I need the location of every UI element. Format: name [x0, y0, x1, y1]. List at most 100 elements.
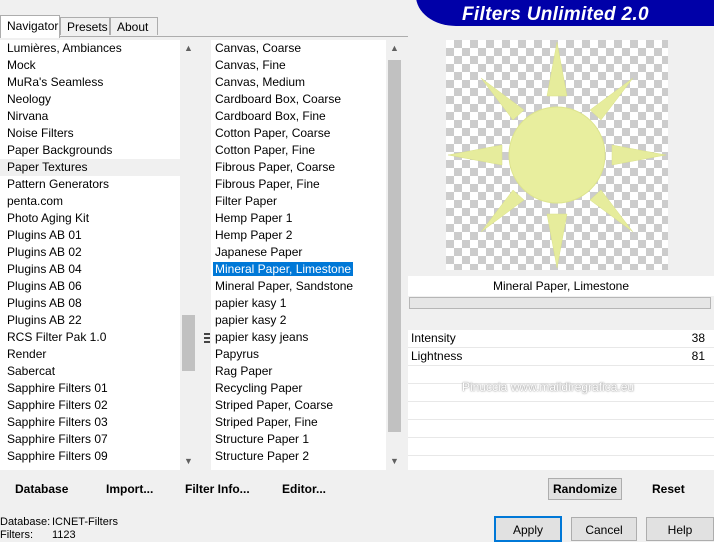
- category-scrollbar[interactable]: ▲ ▼: [180, 40, 197, 470]
- list-item[interactable]: Sapphire Filters 07: [0, 431, 180, 448]
- list-marker-icon: [203, 332, 211, 344]
- list-item[interactable]: Plugins AB 01: [0, 227, 180, 244]
- list-item[interactable]: MuRa's Seamless: [0, 74, 180, 91]
- list-item[interactable]: Rag Paper: [211, 363, 386, 380]
- list-item[interactable]: Cotton Paper, Fine: [211, 142, 386, 159]
- scroll-down-icon[interactable]: ▼: [386, 453, 403, 470]
- list-item[interactable]: Sapphire Filters 02: [0, 397, 180, 414]
- list-item-label: Striped Paper, Fine: [215, 415, 318, 429]
- database-button[interactable]: Database: [15, 478, 68, 500]
- list-item[interactable]: Cotton Paper, Coarse: [211, 125, 386, 142]
- list-item[interactable]: Neology: [0, 91, 180, 108]
- editor-button[interactable]: Editor...: [282, 478, 326, 500]
- param-label: Lightness: [411, 349, 463, 363]
- list-item[interactable]: Japanese Paper: [211, 244, 386, 261]
- cancel-button[interactable]: Cancel: [571, 517, 637, 541]
- scroll-up-icon[interactable]: ▲: [180, 40, 197, 57]
- list-item[interactable]: Fibrous Paper, Fine: [211, 176, 386, 193]
- list-item-label: Plugins AB 04: [7, 262, 82, 276]
- list-item-label: Paper Backgrounds: [7, 143, 113, 157]
- list-item[interactable]: Filter Paper: [211, 193, 386, 210]
- param-row-intensity[interactable]: Intensity 38: [408, 330, 714, 348]
- tab-about[interactable]: About: [110, 17, 158, 35]
- list-item-label: Rag Paper: [215, 364, 273, 378]
- list-item-label: Plugins AB 22: [7, 313, 82, 327]
- filter-scroll-thumb[interactable]: [388, 60, 401, 432]
- list-item-label: Structure Paper 2: [215, 449, 310, 463]
- list-item[interactable]: Striped Paper, Coarse: [211, 397, 386, 414]
- list-item[interactable]: papier kasy 1: [211, 295, 386, 312]
- list-item[interactable]: Cardboard Box, Coarse: [211, 91, 386, 108]
- category-scroll-thumb[interactable]: [182, 315, 195, 371]
- list-item[interactable]: Hemp Paper 1: [211, 210, 386, 227]
- list-item[interactable]: Sapphire Filters 01: [0, 380, 180, 397]
- list-item-label: Cardboard Box, Fine: [215, 109, 326, 123]
- list-item[interactable]: Render: [0, 346, 180, 363]
- list-item-label: Plugins AB 02: [7, 245, 82, 259]
- list-item[interactable]: Mineral Paper, Limestone: [211, 261, 386, 278]
- list-item[interactable]: Pattern Generators: [0, 176, 180, 193]
- category-list[interactable]: Lumières, Ambiances Mock MuRa's Seamless Ne…: [0, 40, 180, 470]
- filter-scrollbar[interactable]: ▲ ▼: [386, 40, 403, 470]
- list-item[interactable]: Mock: [0, 57, 180, 74]
- list-item[interactable]: Cardboard Box, Fine: [211, 108, 386, 125]
- tab-navigator[interactable]: Navigator: [0, 15, 60, 38]
- import-button[interactable]: Import...: [106, 478, 153, 500]
- list-item-label: RCS Filter Pak 1.0: [7, 330, 107, 344]
- list-item[interactable]: Paper Textures: [0, 159, 180, 176]
- list-item[interactable]: Plugins AB 08: [0, 295, 180, 312]
- help-button[interactable]: Help: [646, 517, 714, 541]
- randomize-button[interactable]: Randomize: [548, 478, 622, 500]
- list-item[interactable]: Mineral Paper, Sandstone: [211, 278, 386, 295]
- list-item-label: Fibrous Paper, Fine: [215, 177, 320, 191]
- param-value: 38: [691, 331, 705, 345]
- list-item-label: Photo Aging Kit: [7, 211, 90, 225]
- list-item[interactable]: penta.com: [0, 193, 180, 210]
- list-item[interactable]: Structure Paper 2: [211, 448, 386, 465]
- list-item[interactable]: Canvas, Coarse: [211, 40, 386, 57]
- list-item[interactable]: Sapphire Filters 09: [0, 448, 180, 465]
- list-item[interactable]: Sabercat: [0, 363, 180, 380]
- param-row-lightness[interactable]: Lightness 81: [408, 348, 714, 366]
- list-item[interactable]: Structure Paper 1: [211, 431, 386, 448]
- list-item[interactable]: Striped Paper, Fine: [211, 414, 386, 431]
- list-item-label: Filter Paper: [215, 194, 278, 208]
- list-item-label: Nirvana: [7, 109, 49, 123]
- reset-button[interactable]: Reset: [652, 478, 685, 500]
- list-item[interactable]: Canvas, Fine: [211, 57, 386, 74]
- param-label: Intensity: [411, 331, 456, 345]
- filters-count-value: 1123: [52, 529, 76, 541]
- list-item[interactable]: Photo Aging Kit: [0, 210, 180, 227]
- list-item-label: Canvas, Fine: [215, 58, 286, 72]
- list-item[interactable]: Plugins AB 04: [0, 261, 180, 278]
- watermark: Pinuccia www.maildiregrafica.eu: [462, 380, 635, 394]
- list-item[interactable]: Plugins AB 22: [0, 312, 180, 329]
- list-item[interactable]: Nirvana: [0, 108, 180, 125]
- list-item[interactable]: Lumières, Ambiances: [0, 40, 180, 57]
- list-item[interactable]: Plugins AB 02: [0, 244, 180, 261]
- list-item-label: Sapphire Filters 09: [7, 449, 108, 463]
- list-item[interactable]: RCS Filter Pak 1.0: [0, 329, 180, 346]
- list-item[interactable]: Fibrous Paper, Coarse: [211, 159, 386, 176]
- tab-presets[interactable]: Presets: [60, 17, 110, 35]
- database-status-value: ICNET-Filters: [52, 516, 118, 528]
- list-item[interactable]: Noise Filters: [0, 125, 180, 142]
- list-item-label: papier kasy 1: [215, 296, 287, 310]
- filter-info-button[interactable]: Filter Info...: [185, 478, 250, 500]
- list-item[interactable]: Sapphire Filters 03: [0, 414, 180, 431]
- filter-list[interactable]: Canvas, Coarse Canvas, Fine Canvas, Medium…: [211, 40, 386, 470]
- list-item[interactable]: papier kasy 2: [211, 312, 386, 329]
- scroll-down-icon[interactable]: ▼: [180, 453, 197, 470]
- list-item[interactable]: Papyrus: [211, 346, 386, 363]
- list-item[interactable]: Canvas, Medium: [211, 74, 386, 91]
- list-item[interactable]: Plugins AB 06: [0, 278, 180, 295]
- list-item-label: Render: [7, 347, 47, 361]
- scroll-up-icon[interactable]: ▲: [386, 40, 403, 57]
- parameter-panel: Intensity 38 Lightness 81: [408, 330, 714, 470]
- list-item[interactable]: Recycling Paper: [211, 380, 386, 397]
- list-item[interactable]: Paper Backgrounds: [0, 142, 180, 159]
- apply-button[interactable]: Apply: [494, 516, 562, 542]
- list-item[interactable]: papier kasy jeans: [211, 329, 386, 346]
- list-item-label: MuRa's Seamless: [7, 75, 104, 89]
- list-item[interactable]: Hemp Paper 2: [211, 227, 386, 244]
